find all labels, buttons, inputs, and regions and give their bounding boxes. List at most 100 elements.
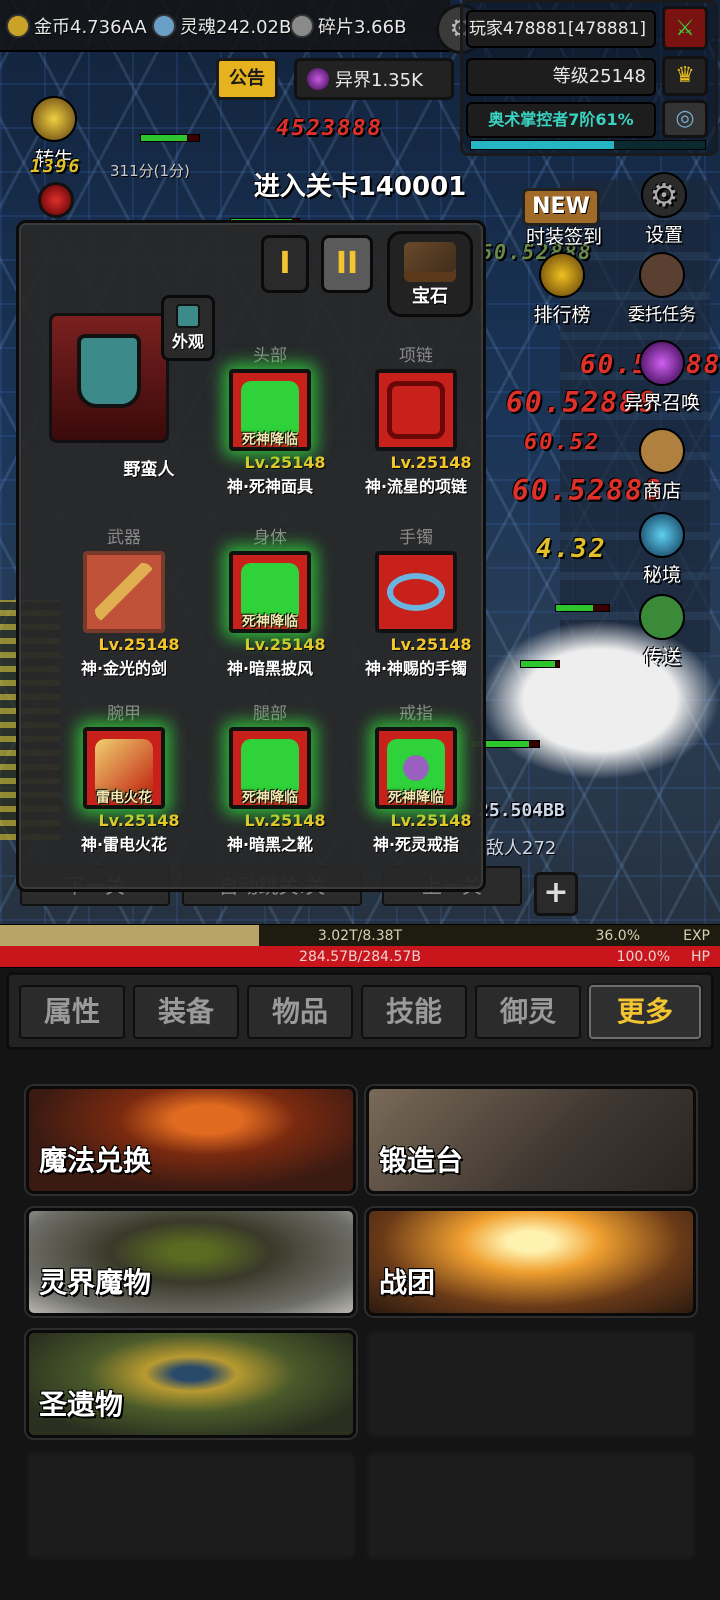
slot-category: 腕甲 (107, 704, 141, 724)
title-progress-bar (470, 140, 706, 150)
slot-category: 武器 (107, 528, 141, 548)
slot-item-name: 神·雷电火花 (80, 835, 168, 854)
equip-slot-bracer[interactable]: 腕甲 雷电火花 Lv.25148 神·雷电火花 (51, 703, 197, 854)
boots-icon: 死神降临 (229, 727, 311, 809)
announcement-button[interactable]: 公告 (216, 58, 278, 100)
summon-button[interactable]: 异界召唤 (612, 340, 712, 415)
damage-number: 4.32 (536, 534, 607, 564)
gems-label: 宝石 (412, 286, 448, 307)
soul-value: 灵魂242.02B (180, 17, 292, 38)
scroll-icon (639, 252, 685, 298)
secret-realm-icon (639, 512, 685, 558)
slot-level: Lv.25148 (98, 635, 180, 654)
slot-tag: 死神降临 (388, 790, 444, 806)
empty-card-slot (366, 1452, 696, 1560)
empty-card-slot (366, 1330, 696, 1438)
card-label: 圣遗物 (39, 1388, 124, 1421)
exp-percent: 36.0% (595, 927, 640, 944)
damage-number: 4523888 (276, 116, 383, 141)
slot-level: Lv.25148 (244, 635, 326, 654)
swords-icon[interactable]: ⚔ (662, 6, 708, 50)
equip-slot-weapon[interactable]: 武器 Lv.25148 神·金光的剑 (51, 527, 197, 678)
equip-slot-necklace[interactable]: 项链 Lv.25148 神·流星的项链 (343, 345, 489, 496)
magic-exchange-card[interactable]: 魔法兑换 (26, 1086, 356, 1194)
equip-slot-body[interactable]: 身体 死神降临 Lv.25148 神·暗黑披风 (197, 527, 343, 678)
soul-icon (152, 14, 176, 38)
tab-spirits[interactable]: 御灵 (475, 985, 581, 1039)
teleport-button[interactable]: 传送 (622, 594, 702, 669)
rebirth-icon (31, 96, 77, 142)
otherworld-label: 异界1.35K (335, 70, 423, 91)
portal-icon (307, 68, 329, 90)
gauntlet-icon: 雷电火花 (83, 727, 165, 809)
slot-item-name: 神·死神面具 (226, 477, 314, 496)
relic-card[interactable]: 圣遗物 (26, 1330, 356, 1438)
ranking-button[interactable]: 排行榜 (522, 252, 602, 327)
tab-items[interactable]: 物品 (247, 985, 353, 1039)
skull-mask-icon: 死神降临 (229, 369, 311, 451)
enemy-hp-bar (140, 134, 200, 142)
damage-number: 25.504BB (478, 800, 565, 821)
slot-category: 头部 (253, 346, 287, 366)
crown-icon[interactable]: ♛ (662, 56, 708, 96)
commission-button[interactable]: 委托任务 (612, 252, 712, 325)
secret-realm-button[interactable]: 秘境 (622, 512, 702, 587)
gold-counter: 金币4.736AA (6, 6, 147, 46)
treasure-chest-icon (404, 242, 456, 282)
tab-attributes[interactable]: 属性 (19, 985, 125, 1039)
shop-bag-icon (639, 428, 685, 474)
trophy-icon (539, 252, 585, 298)
slot-item-name: 神·死灵戒指 (372, 835, 460, 854)
spiral-icon[interactable]: ◎ (662, 100, 708, 138)
shop-label: 商店 (642, 480, 681, 502)
bracelet-icon (375, 551, 457, 633)
card-label: 战团 (379, 1266, 436, 1299)
player-title[interactable]: 奥术掌控者7阶61% (466, 102, 656, 138)
equip-slot-bracelet[interactable]: 手镯 Lv.25148 神·神赐的手镯 (343, 527, 489, 678)
shop-button[interactable]: 商店 (622, 428, 702, 503)
gems-button[interactable]: 宝石 (387, 231, 473, 317)
equip-slot-legs[interactable]: 腿部 死神降临 Lv.25148 神·暗黑之靴 (197, 703, 343, 854)
hp-percent: 100.0% (616, 948, 670, 965)
slot-category: 戒指 (399, 704, 433, 724)
slot-tag: 雷电火花 (96, 790, 152, 806)
fragment-counter: 碎片3.66B (290, 6, 406, 46)
card-label: 锻造台 (379, 1144, 464, 1177)
exp-label: EXP (683, 927, 710, 944)
ranking-label: 排行榜 (533, 304, 591, 326)
gold-value: 金币4.736AA (34, 17, 147, 38)
otherworld-button[interactable]: 异界1.35K (294, 58, 454, 100)
gold-coin-icon (6, 14, 30, 38)
enemy-hp-bar (520, 660, 560, 668)
player-name: 玩家478881[478881] (466, 10, 656, 48)
slot-level: Lv.25148 (390, 811, 472, 830)
damage-number: 60.52 (524, 430, 601, 455)
ring-icon: 死神降临 (375, 727, 457, 809)
equip-slot-ring[interactable]: 戒指 死神降临 Lv.25148 神·死灵戒指 (343, 703, 489, 854)
slot-item-name: 神·暗黑之靴 (226, 835, 314, 854)
necklace-icon (375, 369, 457, 451)
spirit-monster-card[interactable]: 灵界魔物 (26, 1208, 356, 1316)
forge-card[interactable]: 锻造台 (366, 1086, 696, 1194)
tier-1-button[interactable]: I (261, 235, 309, 293)
slot-level: Lv.25148 (390, 453, 472, 472)
slot-item-name: 神·流星的项链 (364, 477, 468, 496)
tab-more[interactable]: 更多 (589, 985, 701, 1039)
legion-card[interactable]: 战团 (366, 1208, 696, 1316)
slot-item-name: 神·金光的剑 (80, 659, 168, 678)
settings-button[interactable]: ⚙ 设置 (624, 172, 704, 247)
slot-item-name: 神·神赐的手镯 (364, 659, 468, 678)
hero-name: 野蛮人 (123, 460, 175, 480)
slot-category: 项链 (399, 346, 433, 366)
armor-icon (176, 304, 200, 328)
plus-button[interactable]: + (534, 872, 578, 916)
tier-2-button[interactable]: II (321, 235, 373, 293)
fragment-icon (290, 14, 314, 38)
tab-skills[interactable]: 技能 (361, 985, 467, 1039)
equip-slot-head[interactable]: 头部 死神降临 Lv.25148 神·死神面具 (197, 345, 343, 496)
outfit-signin-button[interactable]: 时装签到 (504, 222, 624, 249)
hero-portrait[interactable] (49, 313, 169, 443)
tab-equipment[interactable]: 装备 (133, 985, 239, 1039)
slot-item-name: 神·暗黑披风 (226, 659, 314, 678)
fragment-value: 碎片3.66B (318, 17, 407, 38)
